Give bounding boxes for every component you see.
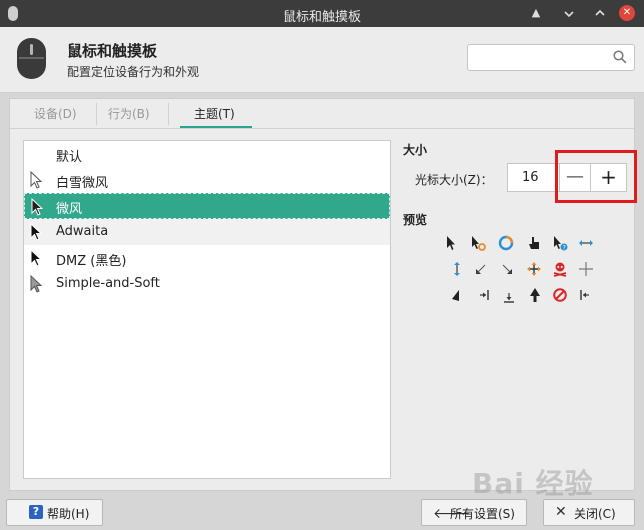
- cursor-adwaita-icon: [30, 223, 43, 241]
- minimize-icon[interactable]: [561, 5, 577, 21]
- list-item-simple-and-soft[interactable]: Simple-and-Soft: [24, 271, 390, 297]
- size-section-title: 大小: [403, 143, 428, 157]
- preview-section-title: 预览: [403, 213, 428, 227]
- window-title: 鼠标和触摸板: [282, 10, 361, 25]
- tab-devices[interactable]: 设备(D): [34, 105, 77, 122]
- tab-theme[interactable]: 主题(T): [194, 105, 235, 122]
- search-input[interactable]: [467, 44, 635, 71]
- theme-label: DMZ (黑色): [56, 254, 127, 269]
- up-arrow-pointer-icon: [530, 288, 540, 302]
- cursor-dmz-icon: [30, 249, 43, 267]
- busy-arrow-cursor-icon: [472, 236, 486, 251]
- close-window-icon[interactable]: ✕: [619, 5, 635, 21]
- cursor-theme-list[interactable]: 默认 白雪微风 微风 Adwaita DMZ (黑色) Simple-and-S…: [23, 140, 391, 479]
- tab-bar: 设备(D) 行为(B) 主题(T): [22, 101, 622, 128]
- page-header: 鼠标和触摸板 配置定位设备行为和外观: [0, 27, 644, 93]
- split-left-cursor-icon: [580, 290, 589, 300]
- search-icon: [613, 50, 627, 64]
- theme-label: 白雪微风: [56, 176, 109, 191]
- list-item-breeze[interactable]: 微风: [24, 193, 390, 219]
- title-bar: 鼠标和触摸板 ▲ ✕: [0, 0, 644, 27]
- all-settings-label: 所有设置(S): [450, 507, 515, 521]
- close-icon: ✕: [555, 504, 567, 520]
- tab-divider: [168, 103, 169, 125]
- wait-cursor-icon: [498, 235, 514, 251]
- theme-label: Adwaita: [56, 224, 109, 239]
- theme-label: Simple-and-Soft: [56, 276, 160, 291]
- not-allowed-cursor-icon: [553, 288, 567, 302]
- hand-cursor-icon: [529, 237, 539, 249]
- theme-label: 默认: [56, 150, 83, 165]
- close-button-label: 关闭(C): [574, 507, 616, 521]
- up-arrow-cursor-icon: [452, 290, 459, 301]
- theme-panel: 设备(D) 行为(B) 主题(T) 默认 白雪微风 微风 Adwaita DMZ…: [9, 98, 637, 491]
- mouse-icon: [17, 38, 46, 79]
- arrow-cursor-icon: [447, 236, 455, 250]
- split-horizontal-cursor-icon: [480, 290, 489, 300]
- watermark: Bai 经验: [472, 467, 594, 500]
- resize-vertical-cursor-icon: [454, 262, 460, 276]
- help-button-label: 帮助(H): [47, 507, 90, 521]
- svg-text:?: ?: [563, 244, 566, 251]
- all-settings-button[interactable]: 🡐 所有设置(S): [421, 499, 527, 526]
- list-item-adwaita[interactable]: Adwaita: [24, 219, 390, 245]
- tab-divider: [96, 103, 97, 125]
- cursor-white-icon: [30, 171, 43, 189]
- tab-behavior[interactable]: 行为(B): [108, 105, 150, 122]
- help-cursor-icon: ?: [554, 236, 568, 251]
- tab-content-divider: [10, 128, 634, 129]
- annotation-highlight-box: [555, 150, 637, 203]
- forbidden-skull-cursor-icon: [553, 262, 567, 277]
- resize-diagonal-2-cursor-icon: [502, 264, 512, 274]
- crosshair-cursor-icon: [579, 262, 593, 276]
- cursor-breeze-icon: [31, 198, 44, 216]
- help-icon: ?: [29, 505, 43, 519]
- cursor-size-label: 光标大小(Z)：: [415, 173, 493, 187]
- move-cursor-icon: [527, 262, 541, 276]
- help-button[interactable]: ? 帮助(H): [6, 499, 103, 526]
- theme-label: 微风: [56, 202, 83, 217]
- page-subtitle: 配置定位设备行为和外观: [67, 65, 200, 79]
- cursor-size-value[interactable]: 16: [522, 170, 539, 185]
- list-item-dmz-black[interactable]: DMZ (黑色): [24, 245, 390, 271]
- split-vertical-cursor-icon: [504, 293, 514, 303]
- resize-diagonal-cursor-icon: [476, 264, 486, 274]
- cursor-preview-grid: ?: [435, 235, 615, 307]
- close-button[interactable]: ✕ 关闭(C): [543, 499, 635, 526]
- list-item-snow-breeze[interactable]: 白雪微风: [24, 167, 390, 193]
- cursor-simple-soft-icon: [30, 275, 43, 293]
- keep-above-icon[interactable]: ▲: [528, 5, 544, 21]
- maximize-icon[interactable]: [592, 5, 608, 21]
- list-item-default[interactable]: 默认: [24, 141, 390, 167]
- page-title: 鼠标和触摸板: [67, 42, 158, 60]
- resize-horizontal-cursor-icon: [579, 240, 593, 246]
